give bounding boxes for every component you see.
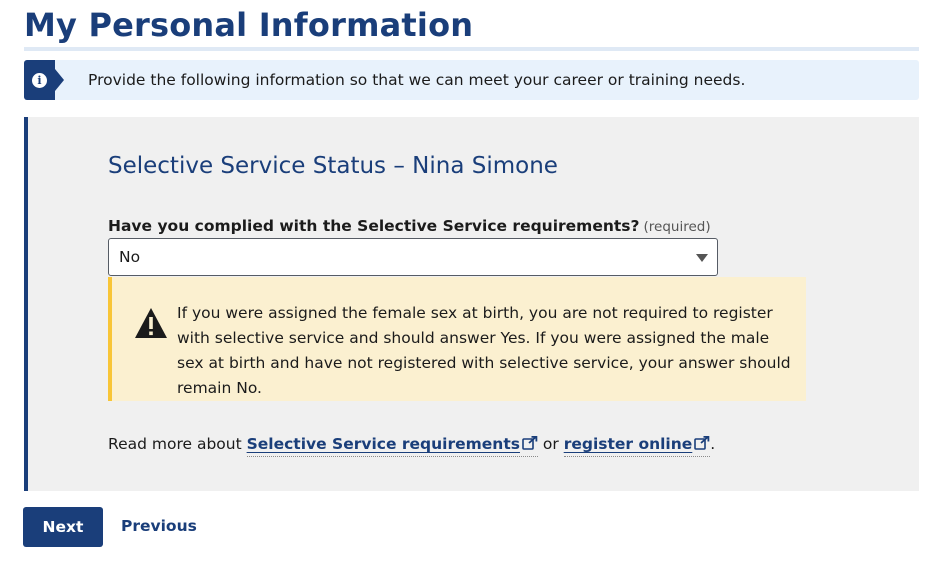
caret-down-icon [696, 254, 708, 262]
register-online-link[interactable]: register online [563, 435, 711, 457]
read-more-line: Read more about Selective Service requir… [108, 435, 716, 457]
page-title: My Personal Information [24, 6, 474, 44]
title-divider [24, 47, 919, 51]
question-text: Have you complied with the Selective Ser… [108, 217, 640, 235]
select-value: No [119, 248, 141, 266]
warning-icon [135, 308, 167, 338]
info-banner-text: Provide the following information so tha… [88, 71, 746, 89]
external-link-icon [522, 436, 538, 450]
selective-service-panel: Selective Service Status – Nina Simone H… [24, 117, 919, 491]
link-text: register online [563, 435, 693, 453]
read-more-middle: or [537, 435, 564, 453]
read-more-suffix: . [710, 435, 716, 453]
link-text: Selective Service requirements [246, 435, 520, 453]
previous-button[interactable]: Previous [121, 517, 197, 535]
warning-alert: If you were assigned the female sex at b… [108, 277, 806, 401]
info-banner: i Provide the following information so t… [24, 60, 919, 100]
required-indicator: (required) [643, 219, 711, 235]
selective-service-select[interactable]: No [108, 238, 718, 276]
external-link-icon [694, 436, 710, 450]
selective-service-question-label: Have you complied with the Selective Ser… [108, 217, 711, 235]
read-more-prefix: Read more about [108, 435, 247, 453]
info-flag: i [24, 60, 64, 100]
warning-text: If you were assigned the female sex at b… [177, 304, 791, 397]
selective-service-requirements-link[interactable]: Selective Service requirements [246, 435, 538, 457]
section-heading: Selective Service Status – Nina Simone [108, 153, 558, 179]
info-icon: i [32, 73, 47, 88]
next-button[interactable]: Next [23, 507, 103, 547]
